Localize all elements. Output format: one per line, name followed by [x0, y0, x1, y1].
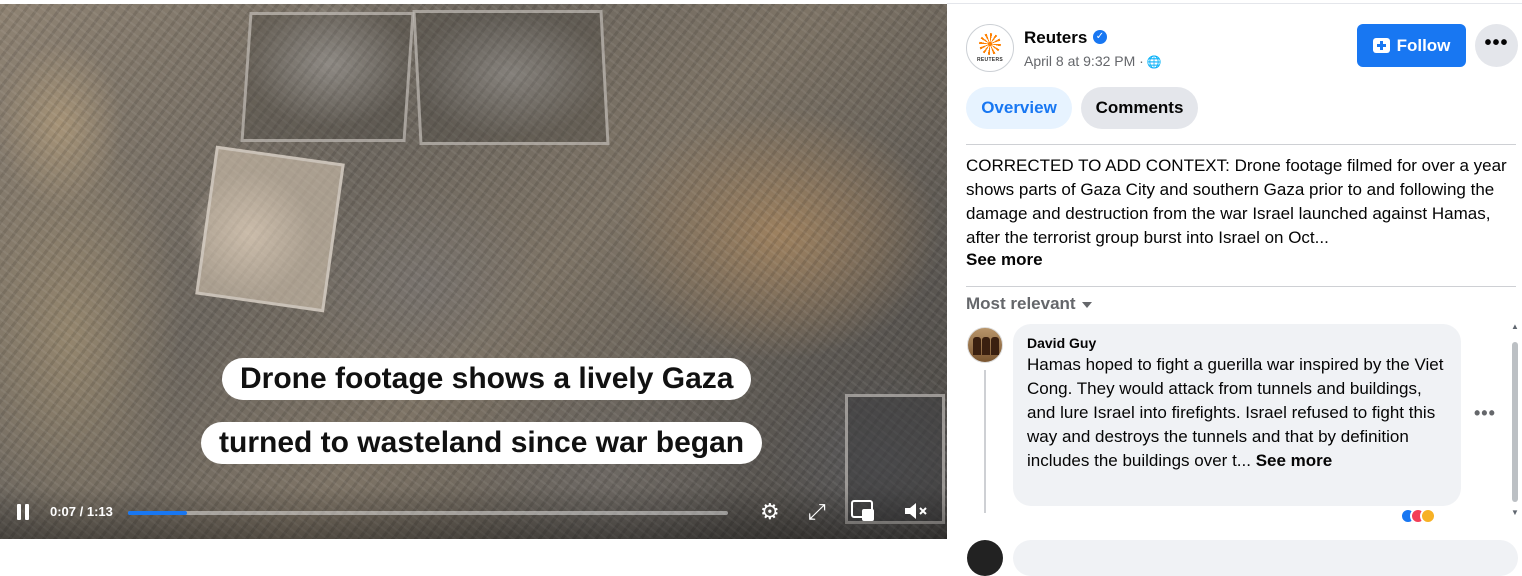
- rubble-building: [412, 10, 610, 145]
- video-controls: 0:07 / 1:13 ⚙ ⤢: [0, 487, 947, 539]
- next-comment-bubble: [1013, 540, 1518, 576]
- pause-icon[interactable]: [16, 504, 30, 520]
- comments-scrollbar[interactable]: ▲ ▼: [1511, 322, 1519, 522]
- post-description: CORRECTED TO ADD CONTEXT: Drone footage …: [966, 156, 1507, 247]
- post-panel: REUTERS Reuters ✓ April 8 at 9:32 PM · 🌐 …: [947, 0, 1522, 576]
- thread-line: [984, 370, 986, 513]
- globe-icon: 🌐: [1146, 55, 1162, 69]
- timestamp-text[interactable]: April 8 at 9:32 PM ·: [1024, 53, 1144, 69]
- rubble-slab: [195, 145, 345, 313]
- commenter-avatar[interactable]: [967, 327, 1003, 363]
- settings-icon[interactable]: ⚙: [760, 500, 780, 524]
- progress-fill: [128, 511, 188, 515]
- scroll-up-icon[interactable]: ▲: [1511, 322, 1519, 331]
- comment-options-button[interactable]: •••: [1474, 403, 1496, 424]
- caret-down-icon: [1081, 301, 1092, 308]
- rubble-building: [240, 12, 415, 142]
- more-options-button[interactable]: •••: [1475, 24, 1518, 67]
- scroll-down-icon[interactable]: ▼: [1511, 508, 1519, 517]
- comment-author[interactable]: David Guy: [1027, 334, 1447, 352]
- page-name[interactable]: Reuters: [1024, 28, 1087, 48]
- comment-sort-dropdown[interactable]: Most relevant: [966, 294, 1092, 314]
- avatar-logo-text: REUTERS: [977, 57, 1003, 63]
- page-avatar[interactable]: REUTERS: [966, 24, 1014, 72]
- fullscreen-icon[interactable]: ⤢: [808, 500, 826, 524]
- sort-label: Most relevant: [966, 294, 1076, 313]
- follow-plus-icon: [1372, 38, 1390, 53]
- reuters-logo-icon: [979, 33, 1001, 55]
- progress-bar[interactable]: [128, 511, 728, 515]
- avatar-figure: [991, 337, 999, 355]
- mute-icon[interactable]: [903, 500, 929, 527]
- divider: [966, 286, 1516, 287]
- divider: [966, 144, 1516, 145]
- tab-overview[interactable]: Overview: [966, 87, 1072, 129]
- verified-badge-icon: ✓: [1093, 30, 1107, 44]
- divider: [947, 3, 1522, 4]
- avatar-figure: [973, 337, 981, 355]
- follow-button[interactable]: Follow: [1357, 24, 1466, 67]
- see-more-link[interactable]: See more: [966, 250, 1043, 270]
- video-time: 0:07 / 1:13: [50, 504, 113, 519]
- video-caption-line-2: turned to wasteland since war began: [201, 422, 763, 464]
- comment-reactions[interactable]: [1400, 508, 1436, 524]
- avatar-figure: [982, 337, 990, 355]
- comment-bubble: David Guy Hamas hoped to fight a guerill…: [1013, 324, 1461, 506]
- tab-comments[interactable]: Comments: [1081, 87, 1198, 129]
- comment-body: Hamas hoped to fight a guerilla war insp…: [1027, 355, 1444, 470]
- post-timestamp[interactable]: April 8 at 9:32 PM · 🌐: [1024, 53, 1162, 69]
- next-commenter-avatar[interactable]: [967, 540, 1003, 576]
- follow-label: Follow: [1396, 35, 1451, 55]
- video-player[interactable]: Drone footage shows a lively Gaza turned…: [0, 4, 947, 539]
- pip-icon[interactable]: [851, 500, 875, 527]
- comment-text: Hamas hoped to fight a guerilla war insp…: [1027, 353, 1447, 473]
- haha-reaction-icon: [1420, 508, 1436, 524]
- video-caption-line-1: Drone footage shows a lively Gaza: [222, 358, 752, 400]
- comment-see-more-link[interactable]: See more: [1256, 451, 1333, 470]
- scroll-thumb[interactable]: [1512, 342, 1518, 502]
